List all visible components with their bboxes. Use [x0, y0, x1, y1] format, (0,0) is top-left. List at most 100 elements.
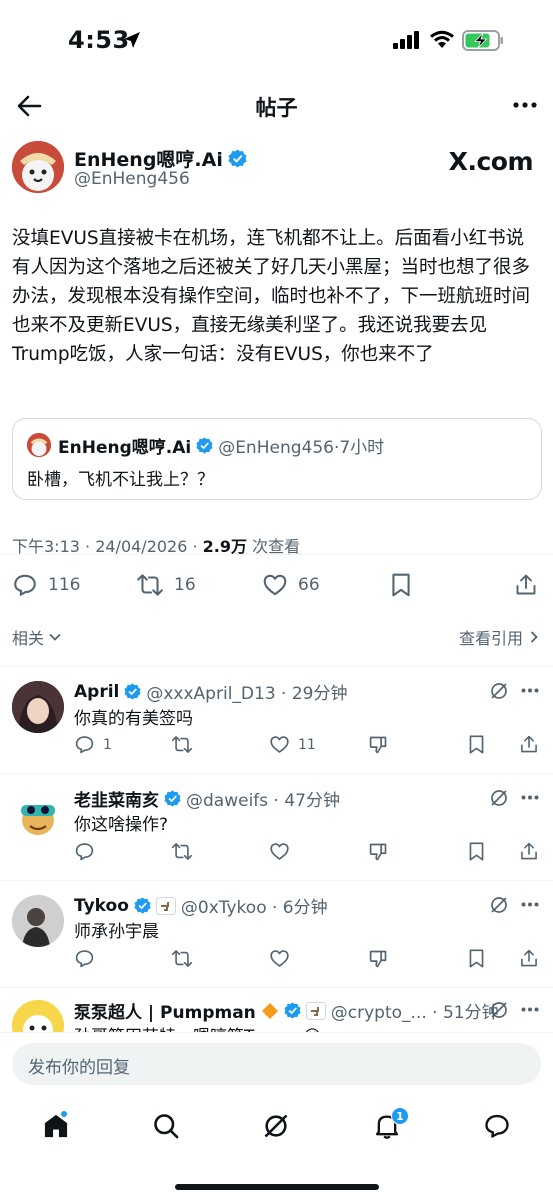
reply-button[interactable]: 116 [12, 572, 80, 598]
reply-author-name[interactable]: 泵泵超人 | Pumpman [74, 998, 256, 1023]
bookmark-button[interactable] [467, 734, 486, 755]
grok-icon[interactable] [489, 681, 509, 701]
message-icon [485, 1114, 509, 1138]
like-button[interactable] [269, 841, 290, 862]
bookmark-icon [469, 735, 484, 754]
repost-button[interactable]: 16 [136, 572, 196, 598]
quoted-author-avatar [27, 433, 51, 457]
tab-messages[interactable] [483, 1112, 511, 1140]
reply-avatar[interactable] [12, 1000, 64, 1032]
chevron-right-icon [530, 631, 538, 643]
like-button[interactable] [269, 948, 290, 969]
grok-icon[interactable] [489, 1000, 509, 1020]
bookmark-button[interactable] [467, 948, 486, 969]
like-count: 66 [298, 575, 320, 595]
bookmark-icon [469, 949, 484, 968]
reply-handle-time: @crypto_... · 51分钟 [330, 1003, 499, 1023]
grok-icon[interactable] [489, 895, 509, 915]
diamond-emoji-icon [261, 1002, 278, 1019]
author-handle[interactable]: @EnHeng456 [74, 169, 190, 189]
related-dropdown[interactable]: 相关 [12, 625, 62, 649]
dislike-button[interactable] [368, 734, 389, 755]
repost-count: 16 [174, 575, 196, 595]
reply-actions [74, 841, 539, 865]
like-button[interactable]: 11 [269, 734, 316, 755]
verified-badge-icon [228, 149, 247, 168]
repost-button[interactable] [171, 948, 193, 969]
reply-avatar[interactable] [12, 681, 64, 733]
reply-avatar[interactable] [12, 895, 64, 947]
reply-button[interactable] [74, 841, 95, 862]
like-button[interactable]: 66 [262, 572, 320, 598]
reply-avatar[interactable] [12, 788, 64, 840]
page-title: 帖子 [255, 96, 298, 120]
bookmark-icon [392, 573, 410, 597]
quoted-author-name: EnHeng嗯哼.Ai [58, 438, 192, 458]
grok-icon [264, 1114, 288, 1138]
share-button[interactable] [519, 948, 539, 969]
reply-button[interactable]: 1 [74, 734, 112, 755]
reply-handle-time: @xxxApril_D13 · 29分钟 [146, 684, 348, 704]
reply-author-name[interactable]: Tykoo [74, 896, 129, 916]
repost-icon [137, 574, 163, 596]
tab-notifications[interactable]: 1 [373, 1107, 409, 1140]
related-label: 相关 [12, 629, 45, 648]
share-button[interactable] [514, 572, 538, 598]
reply-count: 1 [103, 736, 112, 753]
repost-button[interactable] [171, 734, 193, 755]
chevron-down-icon [49, 633, 61, 641]
reply-item[interactable]: 老韭菜南亥 @daweifs · 47分钟 你这啥操作? [0, 774, 553, 880]
heart-icon [270, 950, 289, 967]
reply-handle-time: @0xTykoo · 6分钟 [180, 898, 328, 918]
status-bar: 4:53 [0, 0, 553, 82]
reply-icon [14, 574, 36, 596]
more-options-icon[interactable] [521, 688, 539, 693]
view-quotes-label: 查看引用 [458, 629, 523, 648]
bookmark-button[interactable] [389, 572, 413, 598]
home-indicator [175, 1184, 379, 1190]
grok-icon[interactable] [489, 788, 509, 808]
tab-grok[interactable] [262, 1112, 290, 1140]
more-options-icon[interactable] [521, 902, 539, 907]
reply-item[interactable]: 泵泵超人 | Pumpman @crypto_... · 51分钟 孙哥筷田芸特… [0, 988, 553, 1032]
tab-home[interactable] [42, 1110, 70, 1140]
reply-author-name[interactable]: 老韭菜南亥 [74, 786, 159, 811]
more-options-icon[interactable] [521, 795, 539, 800]
affiliate-badge-icon [155, 896, 176, 915]
more-options-icon[interactable] [521, 1007, 539, 1012]
x-com-logo: X.com [448, 147, 534, 176]
reply-button[interactable] [74, 948, 95, 969]
quoted-handle-time: @EnHeng456·7小时 [218, 438, 385, 458]
share-button[interactable] [519, 734, 539, 755]
reply-item[interactable]: April @xxxApril_D13 · 29分钟 你真的有美签吗 1 11 [0, 667, 553, 773]
author-name[interactable]: EnHeng嗯哼.Ai [74, 145, 223, 172]
reply-icon [75, 843, 94, 861]
quoted-post[interactable]: EnHeng嗯哼.Ai @EnHeng456·7小时 卧槽，飞机不让我上？？ [12, 418, 542, 500]
location-arrow-icon [124, 32, 140, 48]
quoted-header: EnHeng嗯哼.Ai @EnHeng456·7小时 [58, 433, 384, 458]
share-icon [521, 735, 537, 753]
repost-button[interactable] [171, 841, 193, 862]
author-name-row[interactable]: EnHeng嗯哼.Ai [74, 145, 247, 172]
bookmark-button[interactable] [467, 841, 486, 862]
author-avatar[interactable] [12, 141, 64, 193]
reply-composer-input[interactable]: 发布你的回复 [12, 1043, 541, 1085]
reply-handle-time: @daweifs · 47分钟 [186, 791, 340, 811]
post-actions: 116 16 66 [0, 568, 553, 604]
dislike-button[interactable] [368, 948, 389, 969]
reply-item[interactable]: Tykoo @0xTykoo · 6分钟 师承孙宇晨 [0, 881, 553, 987]
tab-search[interactable] [152, 1112, 180, 1140]
reply-actions: 1 11 [74, 734, 539, 758]
reply-text: 你真的有美签吗 [74, 709, 193, 729]
view-quotes-link[interactable]: 查看引用 [459, 625, 539, 649]
reply-header: 泵泵超人 | Pumpman @crypto_... · 51分钟 [74, 998, 499, 1023]
reply-text: 孙哥筷田芸特，嗯哼筷Trump 😂 [74, 1022, 322, 1032]
reply-author-name[interactable]: April [74, 682, 119, 702]
more-options-icon[interactable] [513, 102, 537, 108]
share-button[interactable] [519, 841, 539, 862]
composer-placeholder: 发布你的回复 [28, 1058, 130, 1078]
reply-text: 师承孙宇晨 [74, 922, 159, 942]
dislike-button[interactable] [368, 841, 389, 862]
heart-icon [263, 574, 287, 596]
verified-badge-icon [196, 437, 213, 454]
